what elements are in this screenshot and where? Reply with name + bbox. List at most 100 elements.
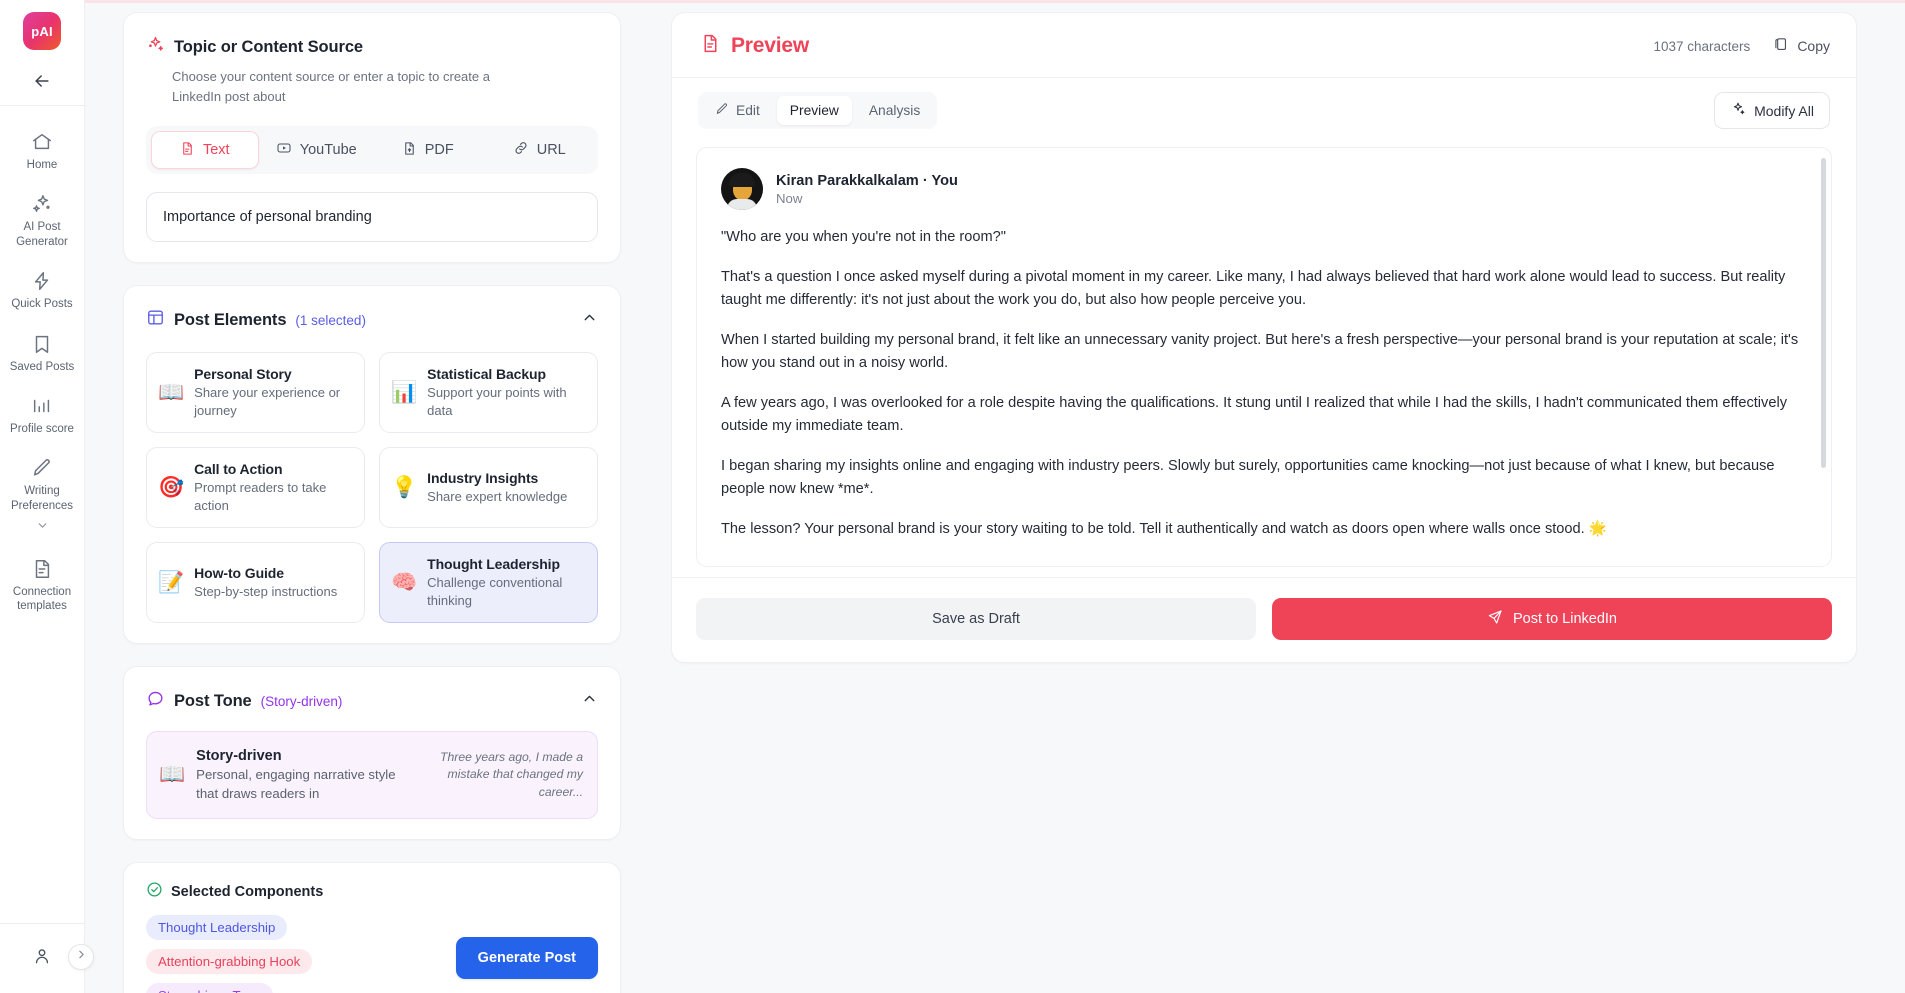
sidebar-item-writing-preferences[interactable]: Writing Preferences — [0, 446, 84, 547]
tab-edit[interactable]: Edit — [702, 96, 773, 125]
element-name: Personal Story — [194, 366, 292, 382]
source-tab-text[interactable]: Text — [151, 131, 259, 169]
element-card-call-to-action[interactable]: 🎯 Call to Action Prompt readers to take … — [146, 447, 365, 529]
post-tone-card: Post Tone (Story-driven) 📖 Story-driven … — [123, 666, 621, 841]
element-card-statistical-backup[interactable]: 📊 Statistical Backup Support your points… — [379, 352, 598, 434]
tone-example: Three years ago, I made a mistake that c… — [440, 749, 583, 800]
sidebar-item-home[interactable]: Home — [0, 120, 84, 182]
selected-components-card: Selected Components Thought Leadership A… — [123, 862, 621, 993]
sidebar-item-connection-templates[interactable]: Connection templates — [0, 547, 84, 624]
source-tab-url[interactable]: URL — [486, 131, 594, 169]
post-paragraph: When I started building my personal bran… — [721, 332, 1799, 372]
pencil-icon — [715, 102, 729, 119]
preview-card: Preview 1037 characters Copy Edit Previe… — [671, 12, 1857, 663]
sidebar-item-label: Quick Posts — [11, 298, 73, 311]
selected-components-title: Selected Components — [171, 884, 324, 901]
user-icon — [32, 946, 52, 971]
topic-source-card: Topic or Content Source Choose your cont… — [123, 12, 621, 263]
link-icon — [513, 140, 529, 160]
post-tone-title: Post Tone — [174, 691, 252, 710]
sidebar-item-ai-post-generator[interactable]: AI Post Generator — [0, 182, 84, 259]
post-tone-header: Post Tone (Story-driven) — [146, 689, 598, 713]
post-to-linkedin-button[interactable]: Post to LinkedIn — [1272, 598, 1832, 640]
sidebar-item-label: Saved Posts — [9, 360, 75, 373]
tone-option-main: 📖 Story-driven Personal, engaging narrat… — [159, 747, 399, 803]
post-scrollbar[interactable] — [1821, 158, 1826, 468]
preview-footer: Save as Draft Post to LinkedIn — [672, 577, 1856, 662]
source-tab-pdf[interactable]: PDF — [374, 131, 482, 169]
topic-input[interactable] — [146, 192, 598, 242]
element-name: Industry Insights — [427, 469, 539, 486]
element-card-thought-leadership[interactable]: 🧠 Thought Leadership Challenge conventio… — [379, 542, 598, 624]
sidebar-item-profile-score[interactable]: Profile score — [0, 384, 84, 446]
chevron-down-icon — [36, 519, 49, 537]
home-icon — [31, 131, 53, 153]
sparkles-icon — [31, 193, 53, 215]
preview-header-actions: 1037 characters Copy — [1654, 36, 1831, 56]
chip-attention-grabbing-hook[interactable]: Attention-grabbing Hook — [146, 949, 313, 975]
tab-preview[interactable]: Preview — [776, 96, 852, 125]
sidebar-item-saved-posts[interactable]: Saved Posts — [0, 322, 84, 384]
pencil-icon — [31, 457, 53, 479]
tone-option-story-driven[interactable]: 📖 Story-driven Personal, engaging narrat… — [146, 731, 598, 820]
layout-icon — [146, 308, 165, 332]
tone-name: Story-driven — [196, 748, 282, 765]
post-paragraph: I began sharing my insights online and e… — [721, 458, 1775, 498]
source-tabs: Text YouTube PDF URL — [146, 126, 598, 174]
copy-button[interactable]: Copy — [1772, 36, 1830, 56]
post-to-linkedin-label: Post to LinkedIn — [1513, 611, 1617, 627]
book-icon: 📖 — [159, 763, 186, 787]
sidebar-nav: Home AI Post Generator Quick Posts Saved… — [0, 106, 84, 624]
sidebar-expand-button[interactable] — [68, 944, 94, 970]
copy-icon — [1772, 36, 1789, 56]
post-timestamp: Now — [776, 190, 803, 206]
app-logo[interactable]: pAI — [23, 12, 61, 50]
brain-icon: 🧠 — [391, 571, 418, 595]
element-name: Call to Action — [194, 461, 283, 478]
save-as-draft-button[interactable]: Save as Draft — [696, 598, 1256, 640]
source-tab-label: URL — [536, 142, 566, 158]
chip-thought-leadership[interactable]: Thought Leadership — [146, 915, 288, 941]
post-tone-value: (Story-driven) — [260, 693, 343, 709]
main-content: Topic or Content Source Choose your cont… — [85, 0, 1905, 993]
preview-header: Preview 1037 characters Copy — [672, 13, 1856, 78]
modify-all-label: Modify All — [1754, 102, 1814, 119]
memo-icon: 📝 — [158, 571, 185, 595]
avatar — [721, 168, 763, 210]
youtube-icon — [276, 140, 292, 160]
sidebar-item-label: Writing Preferences — [10, 485, 73, 512]
tone-desc: Personal, engaging narrative style that … — [196, 767, 396, 801]
character-count: 1037 characters — [1653, 38, 1751, 54]
post-elements-header: Post Elements (1 selected) — [146, 308, 598, 332]
sidebar-back-button[interactable] — [0, 62, 84, 106]
sidebar-item-quick-posts[interactable]: Quick Posts — [0, 259, 84, 321]
check-circle-icon — [146, 881, 163, 903]
element-desc: Step-by-step instructions — [194, 583, 338, 599]
element-desc: Prompt readers to take action — [194, 480, 327, 513]
author-name: Kiran Parakkalkalam · You — [776, 172, 958, 189]
source-tab-label: Text — [202, 142, 230, 158]
selected-components-body: Thought Leadership Attention-grabbing Ho… — [146, 915, 598, 993]
element-card-industry-insights[interactable]: 💡 Industry Insights Share expert knowled… — [379, 447, 598, 529]
generate-post-button[interactable]: Generate Post — [455, 937, 598, 980]
element-desc: Challenge conventional thinking — [427, 575, 563, 608]
element-card-personal-story[interactable]: 📖 Personal Story Share your experience o… — [146, 352, 365, 434]
source-tab-youtube[interactable]: YouTube — [263, 131, 371, 169]
element-card-how-to-guide[interactable]: 📝 How-to Guide Step-by-step instructions — [146, 542, 365, 624]
copy-label: Copy — [1797, 38, 1830, 54]
sidebar-item-label: Home — [26, 159, 58, 171]
tab-analysis[interactable]: Analysis — [856, 96, 933, 125]
sidebar-item-label: Profile score — [10, 422, 74, 435]
source-tab-label: YouTube — [299, 142, 357, 158]
topic-subtitle: Choose your content source or enter a to… — [172, 69, 490, 104]
chip-story-driven-tone[interactable]: Story-driven Tone — [146, 983, 274, 993]
bar-chart-icon: 📊 — [391, 381, 418, 405]
preview-tabs: Edit Preview Analysis — [698, 92, 938, 129]
chevron-up-icon[interactable] — [581, 309, 598, 331]
pdf-icon — [402, 141, 417, 160]
post-elements-count: (1 selected) — [295, 312, 366, 328]
modify-all-button[interactable]: Modify All — [1714, 92, 1830, 129]
post-elements-card: Post Elements (1 selected) 📖 Personal St… — [123, 285, 621, 645]
chevron-up-icon[interactable] — [581, 690, 598, 712]
sidebar-item-label: AI Post Generator — [16, 221, 68, 248]
